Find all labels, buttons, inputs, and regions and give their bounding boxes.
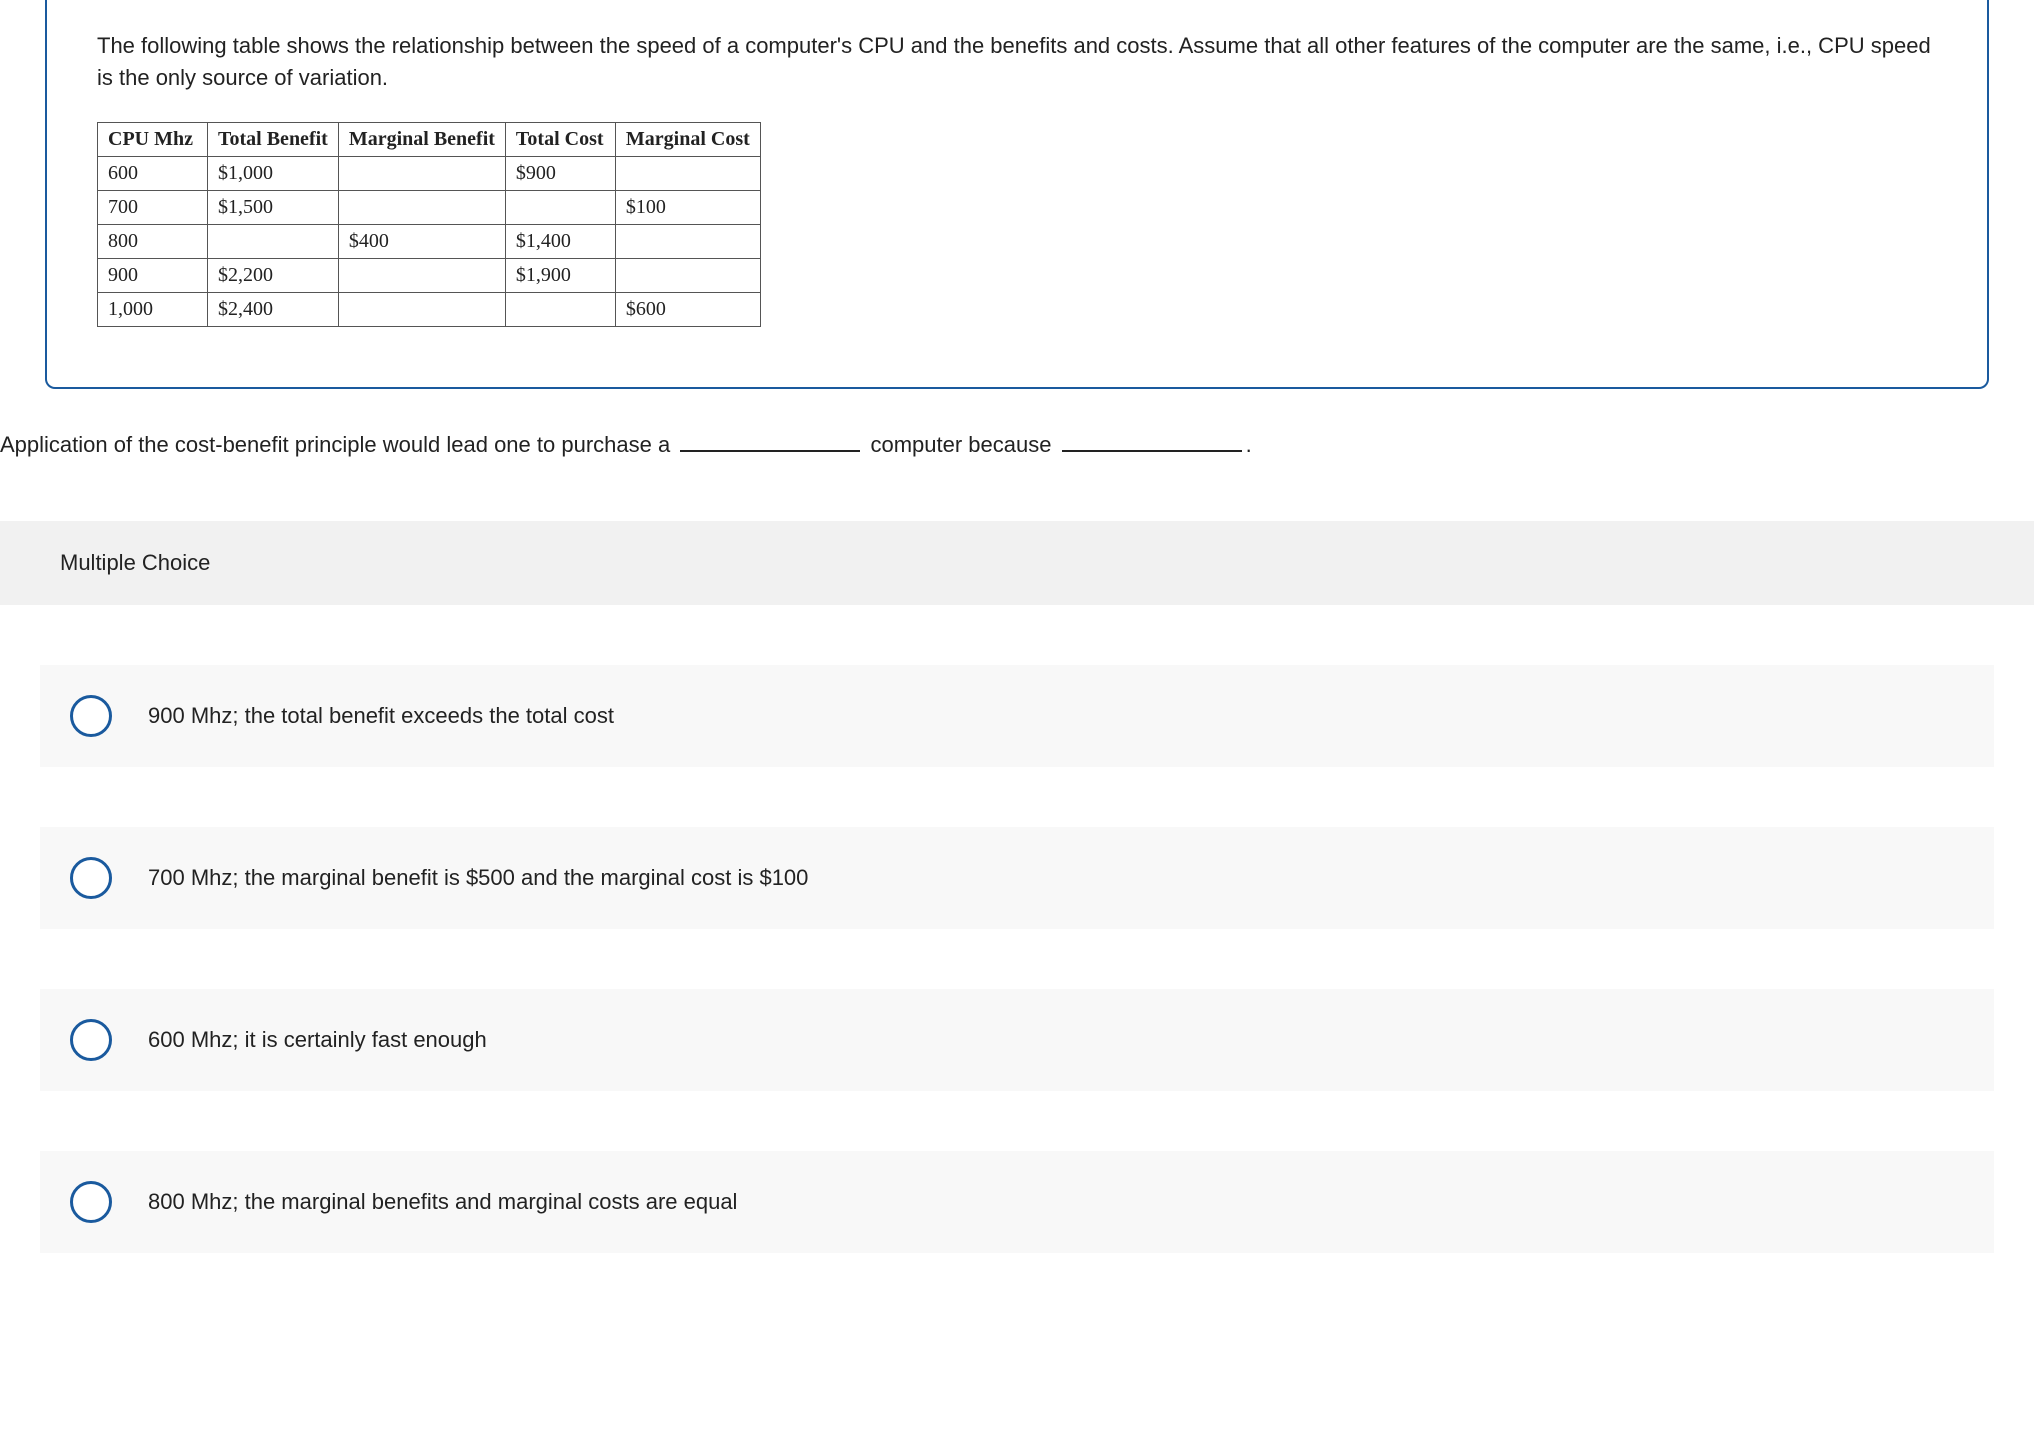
question-box: The following table shows the relationsh…: [45, 0, 1989, 389]
choice-label: 700 Mhz; the marginal benefit is $500 an…: [148, 862, 808, 894]
prompt-end: .: [1246, 432, 1252, 457]
question-intro: The following table shows the relationsh…: [97, 30, 1937, 94]
choice-label: 600 Mhz; it is certainly fast enough: [148, 1024, 487, 1056]
multiple-choice-header: Multiple Choice: [0, 521, 2034, 605]
table-header: Marginal Benefit: [338, 122, 505, 156]
table-cell: $600: [615, 292, 760, 326]
table-cell: 600: [98, 156, 208, 190]
radio-icon[interactable]: [70, 695, 112, 737]
prompt-part2: computer because: [870, 432, 1051, 457]
table-row: 700 $1,500 $100: [98, 190, 761, 224]
table-cell: [505, 190, 615, 224]
table-row: 600 $1,000 $900: [98, 156, 761, 190]
table-cell: $1,400: [505, 224, 615, 258]
table-cell: [615, 224, 760, 258]
table-cell: $2,200: [208, 258, 339, 292]
table-cell: [615, 156, 760, 190]
table-cell: 800: [98, 224, 208, 258]
choice-option[interactable]: 600 Mhz; it is certainly fast enough: [40, 989, 1994, 1091]
choice-label: 900 Mhz; the total benefit exceeds the t…: [148, 700, 614, 732]
choice-option[interactable]: 800 Mhz; the marginal benefits and margi…: [40, 1151, 1994, 1253]
radio-icon[interactable]: [70, 1019, 112, 1061]
choice-option[interactable]: 900 Mhz; the total benefit exceeds the t…: [40, 665, 1994, 767]
table-row: 800 $400 $1,400: [98, 224, 761, 258]
table-cell: [208, 224, 339, 258]
radio-icon[interactable]: [70, 857, 112, 899]
table-cell: [338, 190, 505, 224]
radio-icon[interactable]: [70, 1181, 112, 1223]
table-cell: [505, 292, 615, 326]
table-row: 900 $2,200 $1,900: [98, 258, 761, 292]
table-header: CPU Mhz: [98, 122, 208, 156]
table-cell: [338, 156, 505, 190]
table-cell: $1,900: [505, 258, 615, 292]
table-cell: $2,400: [208, 292, 339, 326]
fill-blank-2[interactable]: [1062, 430, 1242, 452]
table-cell: $1,000: [208, 156, 339, 190]
table-header: Marginal Cost: [615, 122, 760, 156]
table-cell: 700: [98, 190, 208, 224]
table-row: 1,000 $2,400 $600: [98, 292, 761, 326]
table-cell: $400: [338, 224, 505, 258]
table-cell: 900: [98, 258, 208, 292]
table-cell: [615, 258, 760, 292]
choice-label: 800 Mhz; the marginal benefits and margi…: [148, 1186, 737, 1218]
prompt-part1: Application of the cost-benefit principl…: [0, 432, 670, 457]
table-cell: [338, 292, 505, 326]
data-table: CPU Mhz Total Benefit Marginal Benefit T…: [97, 122, 761, 327]
table-cell: 1,000: [98, 292, 208, 326]
table-header: Total Cost: [505, 122, 615, 156]
choices-container: 900 Mhz; the total benefit exceeds the t…: [0, 665, 2034, 1253]
table-header-row: CPU Mhz Total Benefit Marginal Benefit T…: [98, 122, 761, 156]
table-cell: [338, 258, 505, 292]
table-cell: $100: [615, 190, 760, 224]
choice-option[interactable]: 700 Mhz; the marginal benefit is $500 an…: [40, 827, 1994, 929]
table-cell: $900: [505, 156, 615, 190]
prompt-line: Application of the cost-benefit principl…: [0, 429, 2034, 461]
table-cell: $1,500: [208, 190, 339, 224]
fill-blank-1[interactable]: [680, 430, 860, 452]
table-header: Total Benefit: [208, 122, 339, 156]
